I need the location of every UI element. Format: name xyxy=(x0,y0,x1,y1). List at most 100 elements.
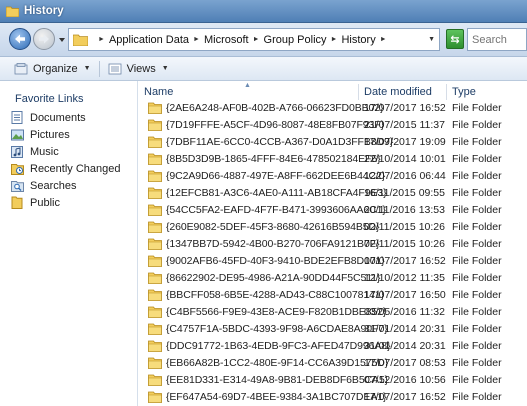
file-row[interactable]: {12EFCB81-A3C6-4AE0-A111-AB18CFA4F9E3} 16… xyxy=(139,185,527,202)
file-row[interactable]: {1347BB7D-5942-4B00-B270-706FA9121B7F} 02… xyxy=(139,236,527,253)
file-type: File Folder xyxy=(452,204,502,216)
file-row[interactable]: {C4757F1A-5BDC-4393-9F98-A6CDAE8A90F7} 31… xyxy=(139,321,527,338)
chevron-down-icon: ▼ xyxy=(161,65,169,72)
breadcrumb-arrow-icon[interactable]: ► xyxy=(253,36,260,43)
file-row[interactable]: {EE81D331-E314-49A8-9B81-DEB8DF6B5CA5} 07… xyxy=(139,372,527,389)
file-name: {DDC91772-1B63-4EDB-9FC3-AFED47D996A8} xyxy=(166,340,391,352)
sort-ascending-icon: ▲ xyxy=(244,82,251,89)
file-date-modified: 22/10/2014 10:01 xyxy=(364,153,446,165)
address-bar[interactable]: ► Application Data ► Microsoft ► Group P… xyxy=(68,28,440,51)
column-header-type[interactable]: Type xyxy=(447,84,527,100)
file-date-modified: 17/07/2017 16:52 xyxy=(364,255,446,267)
nav-item-label: Public xyxy=(30,196,60,209)
refresh-icon: ⇆ xyxy=(450,33,460,46)
file-name: {1347BB7D-5942-4B00-B270-706FA9121B7F} xyxy=(166,238,380,250)
file-type: File Folder xyxy=(452,374,502,386)
file-name: {EE81D331-E314-49A8-9B81-DEB8DF6B5CA5} xyxy=(166,374,389,386)
breadcrumb-arrow-icon[interactable]: ► xyxy=(193,36,200,43)
nav-item-label: Documents xyxy=(30,111,86,124)
nav-item-label: Searches xyxy=(30,179,77,192)
breadcrumb-microsoft[interactable]: Microsoft xyxy=(204,34,249,46)
views-button[interactable]: Views ▼ xyxy=(102,57,175,81)
file-row[interactable]: {7DBF11AE-6CC0-4CCB-A367-D0A1D3FFB8D9} 17… xyxy=(139,134,527,151)
file-row[interactable]: {8B5D3D9B-1865-4FFF-84E6-478502184EF6} 22… xyxy=(139,151,527,168)
pictures-icon xyxy=(10,128,24,141)
back-button[interactable] xyxy=(9,28,31,50)
file-name: {54CC5FA2-EAFD-4F7F-B471-3993606AA6C1} xyxy=(166,204,386,216)
file-date-modified: 12/07/2016 06:44 xyxy=(364,170,446,182)
search-box[interactable] xyxy=(467,28,527,51)
file-date-modified: 17/07/2017 16:52 xyxy=(364,102,446,114)
file-row[interactable]: {7D19FFFE-A5CF-4D96-8087-48E8FB07F93F} 21… xyxy=(139,117,527,134)
views-label: Views xyxy=(126,62,156,75)
file-name: {EB66A82B-1CC2-480E-9F14-CC6A39D1575D} xyxy=(166,357,389,369)
forward-button[interactable] xyxy=(33,28,55,50)
nav-item-label: Music xyxy=(30,145,59,158)
folder-icon xyxy=(148,102,162,114)
favorite-links-heading: Favorite Links xyxy=(15,93,84,105)
nav-item-pictures[interactable]: Pictures xyxy=(10,126,70,143)
address-dropdown-icon[interactable]: ▼ xyxy=(428,36,435,43)
file-type: File Folder xyxy=(452,136,502,148)
file-type: File Folder xyxy=(452,340,502,352)
file-type: File Folder xyxy=(452,119,502,131)
organize-label: Organize xyxy=(33,62,78,75)
file-row[interactable]: {EB66A82B-1CC2-480E-9F14-CC6A39D1575D} 17… xyxy=(139,355,527,372)
file-type: File Folder xyxy=(452,255,502,267)
file-row[interactable]: {54CC5FA2-EAFD-4F7F-B471-3993606AA6C1} 20… xyxy=(139,202,527,219)
column-header-date-modified[interactable]: Date modified xyxy=(359,84,447,100)
file-name: {9002AFB6-45FD-40F3-9410-BDE2EFB8D001} xyxy=(166,255,385,267)
navigation-pane: Favorite Links Documents Pictures Music … xyxy=(0,81,138,406)
file-date-modified: 31/01/2014 20:31 xyxy=(364,340,446,352)
file-date-modified: 17/07/2017 16:50 xyxy=(364,289,446,301)
breadcrumb-arrow-icon[interactable]: ► xyxy=(380,36,387,43)
file-row[interactable]: {86622902-DE95-4986-A21A-90DD44F5C511} 12… xyxy=(139,270,527,287)
column-header-name[interactable]: Name ▲ xyxy=(139,82,359,100)
nav-item-public[interactable]: Public xyxy=(10,194,60,211)
recent-pages-dropdown-icon[interactable] xyxy=(58,36,66,44)
file-row[interactable]: {9002AFB6-45FD-40F3-9410-BDE2EFB8D001} 17… xyxy=(139,253,527,270)
file-type: File Folder xyxy=(452,272,502,284)
file-type: File Folder xyxy=(452,102,502,114)
file-row[interactable]: {EF647A54-69D7-4BEE-9384-3A1BC707DEA1} 17… xyxy=(139,389,527,406)
folder-icon xyxy=(148,323,162,335)
nav-item-recently-changed[interactable]: Recently Changed xyxy=(10,160,121,177)
folder-icon xyxy=(148,221,162,233)
title-bar[interactable]: History xyxy=(0,0,527,23)
searches-icon xyxy=(10,179,24,192)
nav-item-documents[interactable]: Documents xyxy=(10,109,86,126)
forward-arrow-icon xyxy=(39,34,49,44)
toolbar-separator xyxy=(98,60,100,77)
file-row[interactable]: {DDC91772-1B63-4EDB-9FC3-AFED47D996A8} 31… xyxy=(139,338,527,355)
file-name: {9C2A9D66-4887-497E-A8FF-662DEE6B44C2} xyxy=(166,170,386,182)
file-date-modified: 17/07/2017 19:09 xyxy=(364,136,446,148)
refresh-button[interactable]: ⇆ xyxy=(446,29,464,49)
file-date-modified: 02/11/2015 10:26 xyxy=(364,221,445,233)
breadcrumb-group-policy[interactable]: Group Policy xyxy=(264,34,327,46)
breadcrumb-arrow-icon[interactable]: ► xyxy=(98,36,105,43)
search-input[interactable] xyxy=(472,33,527,46)
file-row[interactable]: {260E9082-5DEF-45F3-8680-42616B594B5D} 02… xyxy=(139,219,527,236)
file-name: {8B5D3D9B-1865-4FFF-84E6-478502184EF6} xyxy=(166,153,381,165)
file-date-modified: 03/05/2016 11:32 xyxy=(364,306,445,318)
file-row[interactable]: {2AE6A248-AF0B-402B-A766-06623FD0BB02} 17… xyxy=(139,100,527,117)
file-type: File Folder xyxy=(452,170,502,182)
file-name: {7D19FFFE-A5CF-4D96-8087-48E8FB07F93F} xyxy=(166,119,384,131)
file-date-modified: 12/10/2012 11:35 xyxy=(364,272,445,284)
folder-icon xyxy=(148,340,162,352)
file-row[interactable]: {C4BF5566-F9E9-43E8-ACE9-F820B1DBE852} 03… xyxy=(139,304,527,321)
file-name: {7DBF11AE-6CC0-4CCB-A367-D0A1D3FFB8D9} xyxy=(166,136,394,148)
breadcrumb-history[interactable]: History xyxy=(341,34,375,46)
organize-button[interactable]: Organize ▼ xyxy=(8,57,97,81)
file-row[interactable]: {9C2A9D66-4887-497E-A8FF-662DEE6B44C2} 12… xyxy=(139,168,527,185)
folder-icon xyxy=(73,34,88,46)
nav-item-music[interactable]: Music xyxy=(10,143,59,160)
breadcrumb-application-data[interactable]: Application Data xyxy=(109,34,189,46)
column-header-date-label: Date modified xyxy=(364,86,432,98)
breadcrumb-arrow-icon[interactable]: ► xyxy=(331,36,338,43)
file-type: File Folder xyxy=(452,289,502,301)
nav-item-searches[interactable]: Searches xyxy=(10,177,76,194)
folder-icon xyxy=(148,119,162,131)
file-type: File Folder xyxy=(452,306,502,318)
file-row[interactable]: {BBCFF058-6B5E-4288-AD43-C88C10078141} 17… xyxy=(139,287,527,304)
